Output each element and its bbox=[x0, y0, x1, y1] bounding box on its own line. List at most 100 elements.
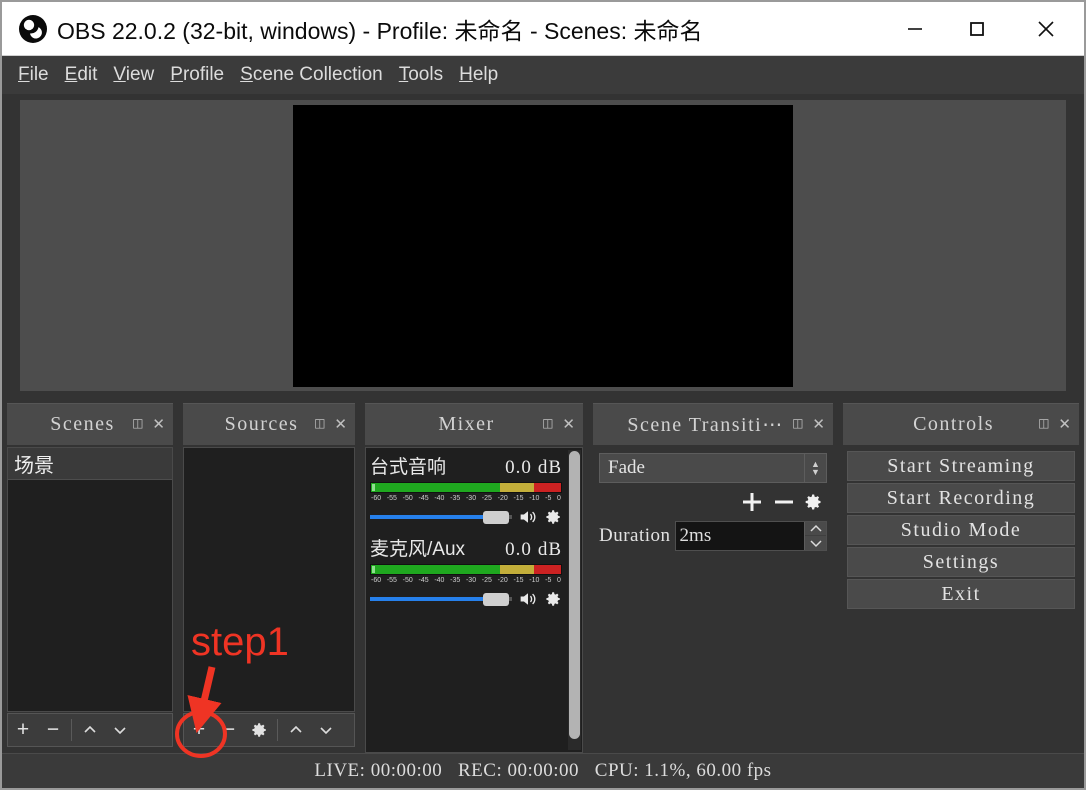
transition-select-value: Fade bbox=[600, 457, 804, 479]
minimize-button[interactable] bbox=[884, 2, 946, 55]
gear-icon[interactable] bbox=[544, 590, 562, 608]
transitions-toolbar bbox=[599, 489, 827, 515]
menu-edit-mnemonic: E bbox=[65, 64, 78, 85]
undock-icon[interactable]: ◫ bbox=[792, 417, 803, 432]
speaker-icon[interactable] bbox=[518, 590, 538, 608]
tick: -35 bbox=[450, 576, 460, 587]
duration-increment-button[interactable] bbox=[805, 522, 826, 536]
window-controls bbox=[884, 2, 1084, 55]
tick: -60 bbox=[371, 576, 381, 587]
menu-profile[interactable]: Profile bbox=[162, 61, 232, 89]
start-recording-button[interactable]: Start Recording bbox=[847, 483, 1075, 513]
transition-select[interactable]: Fade ▲▼ bbox=[599, 453, 827, 483]
tick: -20 bbox=[498, 576, 508, 587]
move-scene-up-button[interactable] bbox=[75, 714, 105, 746]
add-scene-button[interactable]: + bbox=[8, 714, 38, 746]
undock-icon[interactable]: ◫ bbox=[132, 417, 143, 432]
move-source-up-button[interactable] bbox=[281, 714, 311, 746]
undock-icon[interactable]: ◫ bbox=[314, 417, 325, 432]
volume-slider[interactable] bbox=[370, 509, 512, 525]
menu-profile-label: rofile bbox=[183, 64, 224, 85]
tick: -60 bbox=[371, 494, 381, 505]
duration-spinner[interactable] bbox=[804, 522, 826, 550]
mixer-source-name: 台式音响 bbox=[370, 452, 505, 479]
tick: -10 bbox=[529, 576, 539, 587]
undock-icon[interactable]: ◫ bbox=[542, 417, 553, 432]
tick: -55 bbox=[387, 576, 397, 587]
close-icon[interactable]: ✕ bbox=[812, 417, 825, 432]
gear-icon[interactable] bbox=[544, 508, 562, 526]
remove-scene-button[interactable]: − bbox=[38, 714, 68, 746]
move-source-down-button[interactable] bbox=[311, 714, 341, 746]
exit-button[interactable]: Exit bbox=[847, 579, 1075, 609]
settings-button[interactable]: Settings bbox=[847, 547, 1075, 577]
controls-title: Controls bbox=[843, 413, 1038, 436]
toolbar-divider bbox=[71, 719, 72, 741]
add-transition-button[interactable] bbox=[739, 489, 765, 515]
source-properties-button[interactable] bbox=[244, 714, 274, 746]
controls-body: Start Streaming Start Recording Studio M… bbox=[843, 447, 1079, 753]
studio-mode-button[interactable]: Studio Mode bbox=[847, 515, 1075, 545]
close-icon[interactable]: ✕ bbox=[152, 417, 165, 432]
controls-title-bar: Controls ◫ ✕ bbox=[843, 403, 1079, 445]
menu-help-label: elp bbox=[473, 64, 498, 85]
undock-icon[interactable]: ◫ bbox=[1038, 417, 1049, 432]
mixer-scrollbar[interactable] bbox=[568, 450, 581, 750]
menu-tools-mnemonic: T bbox=[399, 64, 409, 85]
close-button[interactable] bbox=[1008, 2, 1084, 55]
menu-help[interactable]: Help bbox=[451, 61, 506, 89]
tick: 0 bbox=[557, 576, 561, 587]
menu-view[interactable]: View bbox=[105, 61, 162, 89]
preview-container bbox=[2, 94, 1084, 398]
duration-decrement-button[interactable] bbox=[805, 536, 826, 550]
preview-canvas[interactable] bbox=[293, 105, 793, 387]
menu-bar: File Edit View Profile Scene Collection … bbox=[2, 56, 1084, 94]
menu-tools[interactable]: Tools bbox=[391, 61, 451, 89]
dock-scenes: Scenes ◫ ✕ 场景 + − bbox=[2, 398, 178, 753]
menu-scene-collection[interactable]: Scene Collection bbox=[232, 61, 391, 89]
tick: -40 bbox=[434, 576, 444, 587]
mixer-title-bar: Mixer ◫ ✕ bbox=[365, 403, 583, 445]
tick: -45 bbox=[418, 494, 428, 505]
speaker-icon[interactable] bbox=[518, 508, 538, 526]
menu-scene-collection-mnemonic: S bbox=[240, 64, 253, 85]
mixer-source-db-unit: dB bbox=[538, 457, 562, 479]
menu-tools-label: ools bbox=[408, 64, 443, 85]
scenes-list[interactable]: 场景 bbox=[7, 447, 173, 712]
remove-source-button[interactable]: − bbox=[214, 714, 244, 746]
chevron-updown-icon[interactable]: ▲▼ bbox=[804, 454, 826, 482]
close-icon[interactable]: ✕ bbox=[1058, 417, 1071, 432]
transition-properties-button[interactable] bbox=[803, 492, 823, 512]
volume-slider[interactable] bbox=[370, 591, 512, 607]
menu-edit-label: dit bbox=[77, 64, 97, 85]
scenes-title: Scenes bbox=[7, 413, 132, 436]
transitions-body: Fade ▲▼ bbox=[593, 447, 833, 753]
move-scene-down-button[interactable] bbox=[105, 714, 135, 746]
mixer-source-db: 0.0 bbox=[505, 539, 532, 561]
menu-edit[interactable]: Edit bbox=[57, 61, 106, 89]
add-source-button[interactable]: + bbox=[184, 714, 214, 746]
remove-transition-button[interactable] bbox=[771, 489, 797, 515]
mixer-scrollbar-thumb[interactable] bbox=[569, 451, 580, 739]
sources-list[interactable] bbox=[183, 447, 355, 712]
toolbar-divider bbox=[277, 719, 278, 741]
tick: -30 bbox=[466, 576, 476, 587]
duration-row: Duration 2ms bbox=[599, 521, 827, 551]
list-item[interactable]: 场景 bbox=[8, 448, 172, 480]
tick: -15 bbox=[513, 576, 523, 587]
tick: 0 bbox=[557, 494, 561, 505]
duration-input[interactable]: 2ms bbox=[675, 521, 827, 551]
tick: -25 bbox=[482, 576, 492, 587]
duration-label: Duration bbox=[599, 525, 671, 547]
menu-file-mnemonic: F bbox=[18, 64, 30, 85]
start-streaming-button[interactable]: Start Streaming bbox=[847, 451, 1075, 481]
volume-slider-handle[interactable] bbox=[483, 593, 509, 606]
menu-file[interactable]: File bbox=[10, 61, 57, 89]
close-icon[interactable]: ✕ bbox=[562, 417, 575, 432]
preview-area[interactable] bbox=[20, 100, 1066, 391]
volume-slider-handle[interactable] bbox=[483, 511, 509, 524]
scenes-title-bar: Scenes ◫ ✕ bbox=[7, 403, 173, 445]
maximize-button[interactable] bbox=[946, 2, 1008, 55]
dock-sources: Sources ◫ ✕ + − bbox=[178, 398, 360, 753]
close-icon[interactable]: ✕ bbox=[334, 417, 347, 432]
